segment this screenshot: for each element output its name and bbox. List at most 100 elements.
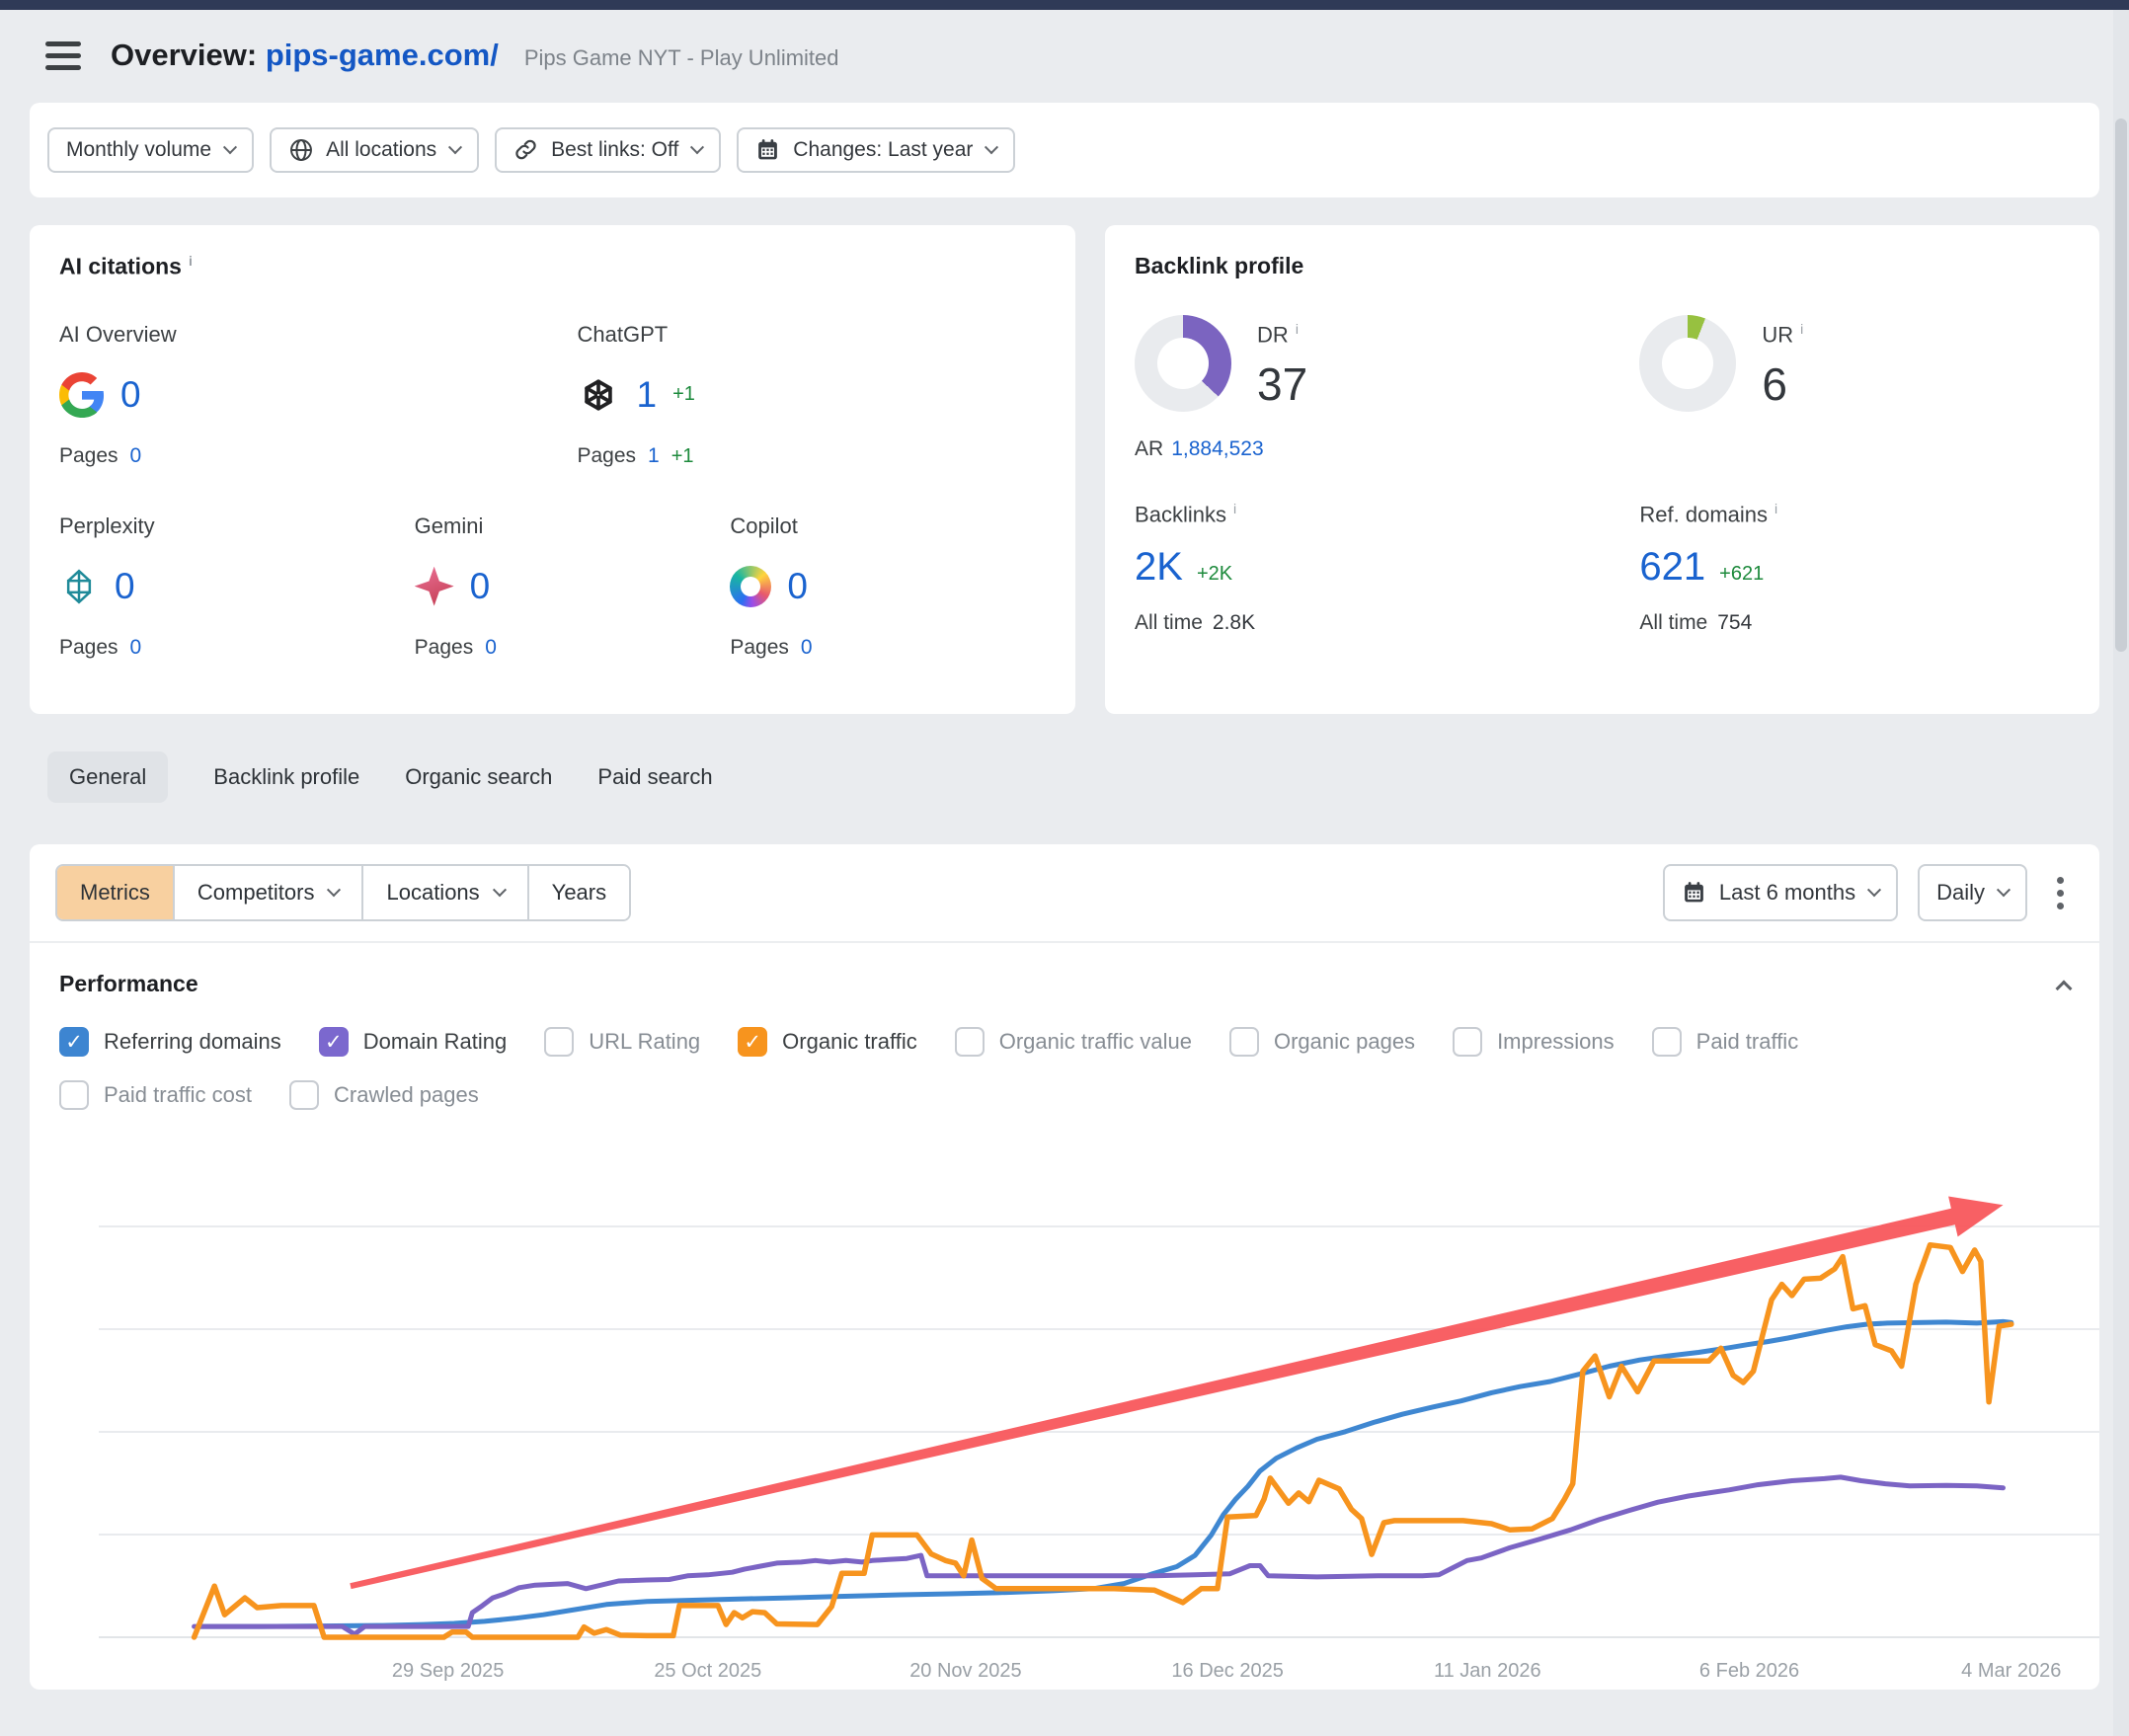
- ai-citation-item-ai-overview: AI Overview0Pages0: [59, 322, 577, 468]
- dr-donut-chart: [1135, 315, 1231, 412]
- ai-citation-item-perplexity: Perplexity0Pages0: [59, 513, 415, 660]
- x-axis-label: 20 Nov 2025: [909, 1660, 1021, 1682]
- checked-box-icon: ✓: [319, 1027, 349, 1057]
- domain-link[interactable]: pips-game.com/: [266, 38, 499, 72]
- pages-row: Pages0: [415, 636, 731, 660]
- ahrefs-rank-link[interactable]: 1,884,523: [1171, 437, 1263, 460]
- checkbox-domain-rating[interactable]: ✓ Domain Rating: [319, 1027, 508, 1057]
- page-subtitle: Pips Game NYT - Play Unlimited: [524, 45, 839, 71]
- citation-count[interactable]: 0: [120, 374, 141, 416]
- date-range-button[interactable]: Last 6 months: [1663, 864, 1898, 921]
- segment-metrics[interactable]: Metrics: [57, 866, 173, 919]
- checkbox-organic-pages[interactable]: Organic pages: [1229, 1027, 1415, 1057]
- x-axis-label: 25 Oct 2025: [654, 1660, 761, 1682]
- tab-general[interactable]: General: [47, 751, 168, 803]
- checkbox-label: Referring domains: [104, 1029, 281, 1055]
- ref-domains-value[interactable]: 621: [1639, 545, 1705, 590]
- info-icon[interactable]: i: [1800, 321, 1803, 337]
- info-icon[interactable]: i: [1233, 501, 1236, 516]
- series-domain-rating: [195, 1477, 2004, 1634]
- checkbox-impressions[interactable]: Impressions: [1453, 1027, 1615, 1057]
- collapse-chevron-icon[interactable]: [2056, 980, 2073, 996]
- checkbox-url-rating[interactable]: URL Rating: [544, 1027, 700, 1057]
- chatgpt-icon: [577, 373, 620, 417]
- backlink-profile-title: Backlink profile: [1135, 253, 2070, 279]
- google-icon: [59, 372, 105, 418]
- scrollbar-thumb[interactable]: [2115, 118, 2127, 652]
- chart-svg: 29 Sep 202525 Oct 202520 Nov 202516 Dec …: [99, 1126, 2099, 1690]
- dr-label: DRi: [1257, 321, 1307, 348]
- ur-value: 6: [1762, 357, 1803, 411]
- tab-paid-search[interactable]: Paid search: [597, 751, 712, 803]
- ai-source-name: Gemini: [415, 513, 731, 539]
- ref-domains-block: Ref. domainsi 621 +621 All time754: [1639, 501, 2070, 635]
- citation-count[interactable]: 0: [115, 566, 135, 607]
- checkbox-organic-traffic[interactable]: ✓Organic traffic: [738, 1027, 917, 1057]
- pages-count[interactable]: 1: [648, 444, 660, 468]
- ai-source-name: ChatGPT: [577, 322, 1046, 348]
- scrollbar-track[interactable]: [2113, 10, 2129, 1736]
- chevron-down-icon: [493, 883, 507, 897]
- backlink-profile-card: Backlink profile DRi 37 URi 6 AR1,884,52…: [1105, 225, 2099, 714]
- performance-title: Performance: [59, 971, 198, 997]
- checkbox-crawled-pages[interactable]: Crawled pages: [289, 1080, 479, 1110]
- segment-competitors[interactable]: Competitors: [173, 866, 362, 919]
- checkbox-organic-traffic-value[interactable]: Organic traffic value: [955, 1027, 1192, 1057]
- chevron-down-icon: [448, 140, 462, 154]
- checkbox-label: Paid traffic cost: [104, 1082, 252, 1108]
- link-icon: [513, 137, 539, 163]
- ai-source-name: Copilot: [730, 513, 1046, 539]
- info-icon[interactable]: i: [1774, 501, 1777, 516]
- filter-button-all-locations[interactable]: All locations: [270, 127, 479, 173]
- pages-row: Pages0: [59, 444, 577, 468]
- checkbox-paid-traffic[interactable]: Paid traffic: [1652, 1027, 1799, 1057]
- tab-backlink-profile[interactable]: Backlink profile: [213, 751, 359, 803]
- chevron-down-icon: [985, 140, 998, 154]
- pages-delta: +1: [671, 445, 694, 468]
- chevron-down-icon: [690, 140, 704, 154]
- ai-source-name: Perplexity: [59, 513, 415, 539]
- unchecked-box-icon: [1652, 1027, 1682, 1057]
- ahrefs-rank-row: AR1,884,523: [1135, 437, 2070, 461]
- backlinks-delta: +2K: [1197, 563, 1232, 586]
- top-navy-bar: [0, 0, 2129, 10]
- pages-count[interactable]: 0: [485, 636, 497, 660]
- series-organic-traffic: [195, 1245, 2011, 1637]
- performance-chart[interactable]: 29 Sep 202525 Oct 202520 Nov 202516 Dec …: [99, 1126, 2070, 1690]
- filter-bar: Monthly volume All locations Best links: O…: [30, 103, 2099, 197]
- ai-citation-item-chatgpt: ChatGPT1+1Pages1+1: [577, 322, 1046, 468]
- info-icon[interactable]: i: [189, 253, 193, 269]
- filter-button-changes-last-year[interactable]: Changes: Last year: [737, 127, 1015, 173]
- gemini-icon: [415, 567, 454, 606]
- citation-count[interactable]: 1: [636, 374, 657, 416]
- page-title: Overview: pips-game.com/: [111, 38, 499, 73]
- citation-count[interactable]: 0: [470, 566, 491, 607]
- filter-button-best-links-off[interactable]: Best links: Off: [495, 127, 721, 173]
- hamburger-menu-icon[interactable]: [45, 41, 81, 70]
- unchecked-box-icon: [1229, 1027, 1259, 1057]
- pages-count[interactable]: 0: [130, 444, 142, 468]
- page-header: Overview: pips-game.com/ Pips Game NYT -…: [0, 10, 2129, 103]
- copilot-icon: [730, 566, 771, 607]
- granularity-button[interactable]: Daily: [1918, 864, 2027, 921]
- filter-button-monthly-volume[interactable]: Monthly volume: [47, 127, 254, 173]
- x-axis-label: 16 Dec 2025: [1171, 1660, 1283, 1682]
- checkbox-paid-traffic-cost[interactable]: Paid traffic cost: [59, 1080, 252, 1110]
- checkbox-label: Domain Rating: [363, 1029, 508, 1055]
- pages-count[interactable]: 0: [130, 636, 142, 660]
- series-referring-domains: [198, 1321, 2011, 1626]
- tab-organic-search[interactable]: Organic search: [405, 751, 552, 803]
- x-axis-label: 6 Feb 2026: [1699, 1660, 1799, 1682]
- general-panel: MetricsCompetitorsLocationsYears Last 6 …: [30, 844, 2099, 1690]
- unchecked-box-icon: [1453, 1027, 1482, 1057]
- checkbox-label: Organic pages: [1274, 1029, 1415, 1055]
- pages-row: Pages1+1: [577, 444, 1046, 468]
- more-options-button[interactable]: [2047, 871, 2074, 915]
- segment-locations[interactable]: Locations: [361, 866, 526, 919]
- segment-years[interactable]: Years: [527, 866, 629, 919]
- citation-count[interactable]: 0: [787, 566, 808, 607]
- info-icon[interactable]: i: [1296, 321, 1299, 337]
- pages-count[interactable]: 0: [801, 636, 813, 660]
- backlinks-value[interactable]: 2K: [1135, 545, 1183, 590]
- checkbox-referring-domains[interactable]: ✓Referring domains: [59, 1027, 281, 1057]
